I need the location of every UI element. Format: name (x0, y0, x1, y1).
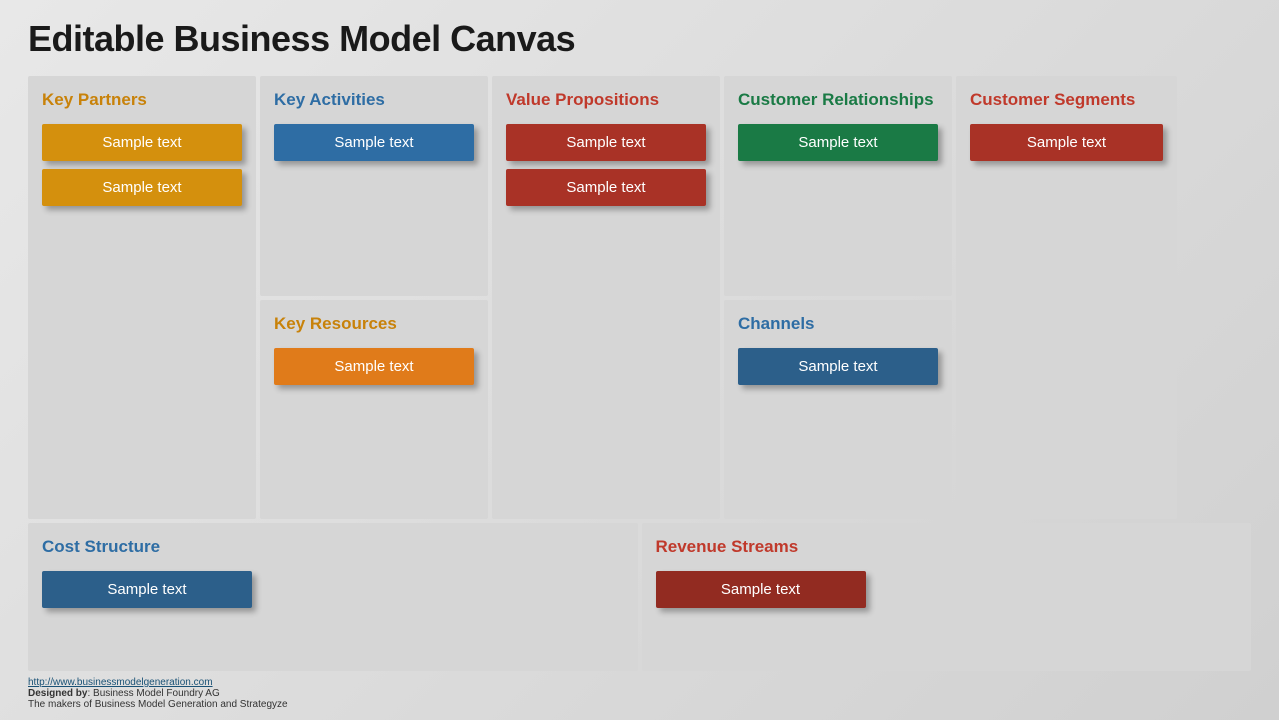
activities-resources-stack: Key Activities Sample text Key Resources… (260, 76, 488, 519)
key-partners-btn-2[interactable]: Sample text (42, 169, 242, 206)
revenue-streams-cell: Revenue Streams Sample text (642, 523, 1252, 671)
key-activities-btn-1[interactable]: Sample text (274, 124, 474, 161)
value-propositions-cell: Value Propositions Sample text Sample te… (492, 76, 720, 519)
cost-structure-btn-1[interactable]: Sample text (42, 571, 252, 608)
customer-segments-title: Customer Segments (970, 90, 1163, 110)
channels-btn-1[interactable]: Sample text (738, 348, 938, 385)
footer-designed-by-label: Designed by (28, 688, 87, 699)
key-partners-btn-1[interactable]: Sample text (42, 124, 242, 161)
canvas-wrapper: Key Partners Sample text Sample text Key… (28, 76, 1251, 671)
key-partners-cell: Key Partners Sample text Sample text (28, 76, 256, 519)
key-activities-title: Key Activities (274, 90, 474, 110)
customer-relationships-btn-1[interactable]: Sample text (738, 124, 938, 161)
footer-link[interactable]: http://www.businessmodelgeneration.com (28, 677, 213, 688)
value-props-btn-1[interactable]: Sample text (506, 124, 706, 161)
customer-relationships-title: Customer Relationships (738, 90, 938, 110)
revenue-streams-title: Revenue Streams (656, 537, 1238, 557)
customer-segments-btn-1[interactable]: Sample text (970, 124, 1163, 161)
cost-structure-title: Cost Structure (42, 537, 624, 557)
footer: http://www.businessmodelgeneration.com D… (28, 677, 1251, 710)
main-row: Key Partners Sample text Sample text Key… (28, 76, 1251, 519)
customer-segments-cell: Customer Segments Sample text (956, 76, 1177, 519)
key-resources-cell: Key Resources Sample text (260, 300, 488, 520)
cr-channels-stack: Customer Relationships Sample text Chann… (724, 76, 952, 519)
key-partners-title: Key Partners (42, 90, 242, 110)
channels-cell: Channels Sample text (724, 300, 952, 520)
value-propositions-title: Value Propositions (506, 90, 706, 110)
value-props-btn-2[interactable]: Sample text (506, 169, 706, 206)
key-resources-title: Key Resources (274, 314, 474, 334)
channels-title: Channels (738, 314, 938, 334)
revenue-streams-btn-1[interactable]: Sample text (656, 571, 866, 608)
page-title: Editable Business Model Canvas (28, 18, 1251, 60)
bottom-row: Cost Structure Sample text Revenue Strea… (28, 523, 1251, 671)
customer-relationships-cell: Customer Relationships Sample text (724, 76, 952, 296)
footer-company: : Business Model Foundry AG (87, 688, 219, 699)
footer-tagline: The makers of Business Model Generation … (28, 699, 288, 710)
key-resources-btn-1[interactable]: Sample text (274, 348, 474, 385)
key-activities-cell: Key Activities Sample text (260, 76, 488, 296)
cost-structure-cell: Cost Structure Sample text (28, 523, 638, 671)
